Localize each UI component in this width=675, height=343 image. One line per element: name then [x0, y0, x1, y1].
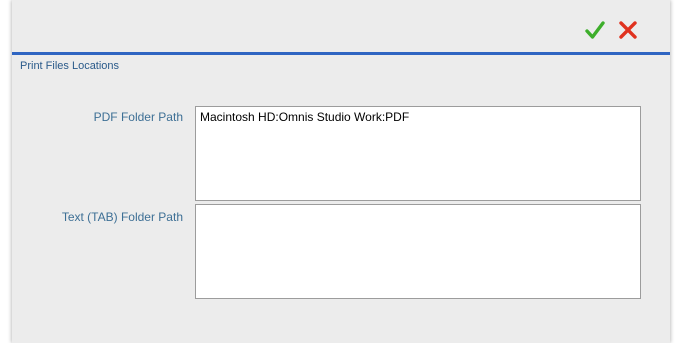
pdf-folder-path-label: PDF Folder Path: [93, 110, 183, 124]
ok-button[interactable]: [583, 18, 607, 42]
pdf-folder-path-field[interactable]: Macintosh HD:Omnis Studio Work:PDF: [195, 106, 641, 201]
cancel-button[interactable]: [616, 18, 640, 42]
checkmark-icon: [585, 21, 605, 39]
text-folder-path-label: Text (TAB) Folder Path: [61, 210, 183, 224]
section-title: Print Files Locations: [20, 60, 120, 72]
x-icon: [619, 21, 637, 39]
text-folder-path-field[interactable]: [195, 204, 641, 299]
header-divider: [12, 52, 670, 55]
dialog-window: Print Files Locations PDF Folder Path Ma…: [12, 0, 670, 343]
toolbar: [12, 0, 670, 52]
